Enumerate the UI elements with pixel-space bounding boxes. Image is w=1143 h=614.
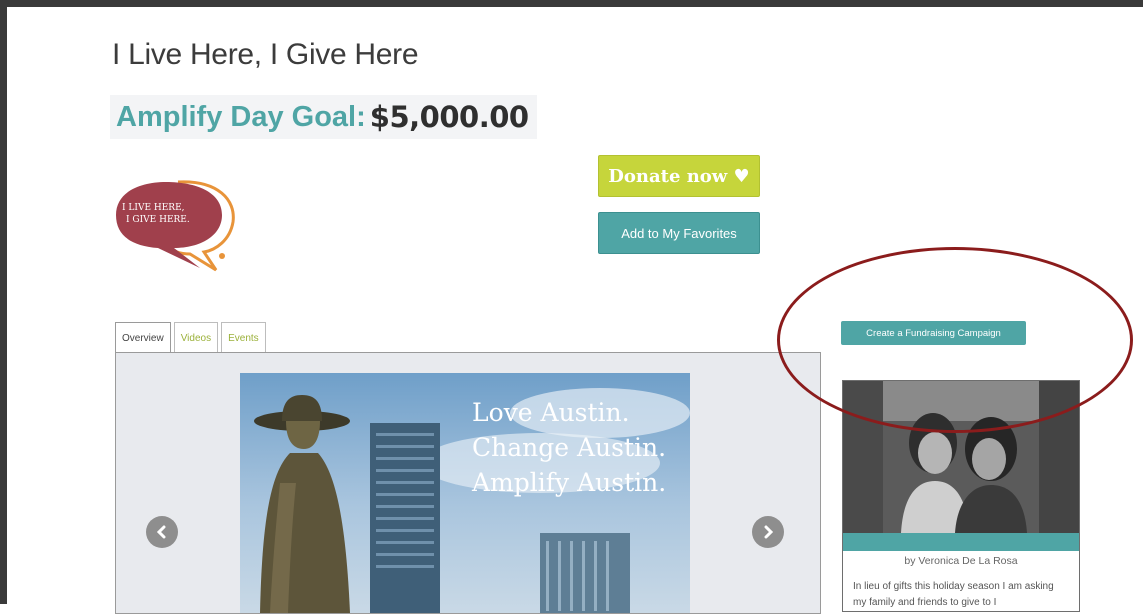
goal-banner: Amplify Day Goal: $5,000.00: [110, 95, 537, 139]
chevron-right-icon: [764, 525, 774, 539]
carousel-next-button[interactable]: [752, 516, 784, 548]
organization-logo: I LIVE HERE, I GIVE HERE.: [116, 180, 235, 272]
campaign-description: In lieu of gifts this holiday season I a…: [853, 581, 1054, 608]
hero-line-1: Love Austin.: [472, 398, 630, 427]
logo-line-1: I LIVE HERE,: [122, 203, 185, 213]
page-title: I Live Here, I Give Here: [112, 38, 419, 71]
goal-label: Amplify Day Goal:: [116, 100, 366, 133]
campaign-card-bar: [843, 533, 1079, 551]
hero-line-2: Change Austin.: [472, 433, 667, 462]
tab-overview[interactable]: Overview: [115, 322, 171, 353]
tab-events[interactable]: Events: [221, 322, 266, 353]
donate-now-button[interactable]: Donate now ♥: [598, 155, 760, 197]
logo-line-2: I GIVE HERE.: [126, 215, 190, 225]
chevron-left-icon: [156, 525, 166, 539]
add-to-favorites-button[interactable]: Add to My Favorites: [598, 212, 760, 254]
window-frame-left: [0, 0, 7, 604]
content-tabs: Overview Videos Events: [115, 322, 269, 353]
window-frame-top: [0, 0, 1143, 7]
carousel-prev-button[interactable]: [146, 516, 178, 548]
campaign-author: by Veronica De La Rosa: [904, 555, 1018, 567]
annotation-circle: [777, 247, 1133, 433]
hero-carousel-image: Love Austin. Change Austin. Amplify Aust…: [240, 373, 690, 613]
tab-videos[interactable]: Videos: [173, 322, 219, 353]
hero-headline: Love Austin. Change Austin. Amplify Aust…: [472, 395, 666, 500]
hero-line-3: Amplify Austin.: [472, 468, 667, 497]
goal-amount: $5,000.00: [369, 100, 529, 134]
